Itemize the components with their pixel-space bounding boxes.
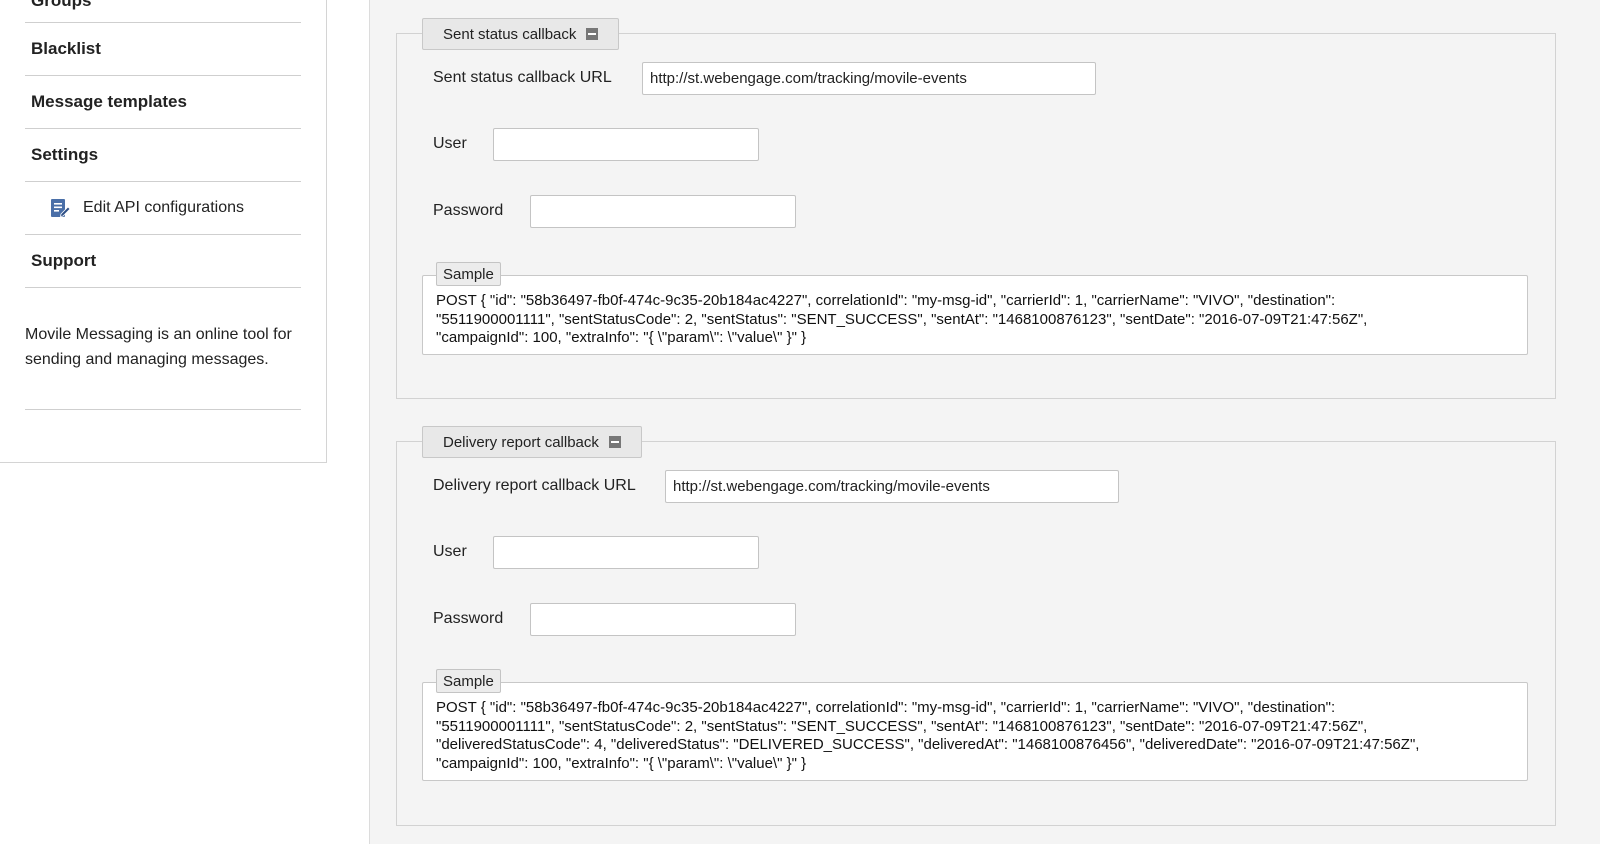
delivery-report-sample-label: Sample — [436, 669, 501, 693]
sidebar-item-blacklist[interactable]: Blacklist — [25, 23, 301, 76]
sent-status-password-input[interactable] — [530, 195, 796, 228]
delivery-report-user-label: User — [433, 543, 467, 560]
legend-label: Delivery report callback — [443, 433, 599, 451]
sidebar: Groups Blacklist Message templates Setti… — [0, 0, 327, 463]
sidebar-item-label: Message templates — [31, 92, 187, 111]
collapse-icon[interactable] — [586, 28, 599, 40]
sent-status-user-label: User — [433, 135, 467, 152]
sidebar-item-support[interactable]: Support — [25, 235, 301, 288]
sidebar-item-label: Groups — [31, 0, 92, 10]
sent-status-password-label: Password — [433, 202, 504, 219]
sidebar-item-label: Blacklist — [31, 39, 101, 58]
sent-status-sample-label: Sample — [436, 262, 501, 286]
divider — [25, 409, 301, 410]
delivery-report-sample-box: POST { "id": "58b36497-fb0f-474c-9c35-20… — [422, 682, 1528, 781]
sent-status-callback-legend[interactable]: Sent status callback — [422, 18, 620, 50]
edit-document-icon — [49, 197, 71, 219]
sidebar-item-label: Settings — [31, 145, 99, 164]
sidebar-item-groups[interactable]: Groups — [25, 0, 301, 23]
sent-status-url-input[interactable] — [642, 62, 1096, 95]
delivery-report-callback-legend[interactable]: Delivery report callback — [422, 426, 642, 458]
delivery-report-url-input[interactable] — [665, 470, 1119, 503]
sidebar-description: Movile Messaging is an online tool for s… — [25, 326, 292, 368]
sent-status-sample-box: POST { "id": "58b36497-fb0f-474c-9c35-20… — [422, 275, 1528, 355]
delivery-report-callback-section: Delivery report callback Delivery report… — [396, 426, 1556, 826]
sidebar-item-label: Edit API configurations — [83, 199, 244, 216]
delivery-report-password-label: Password — [433, 610, 504, 627]
sidebar-item-label: Support — [31, 251, 97, 270]
collapse-icon[interactable] — [608, 436, 621, 448]
sidebar-item-message-templates[interactable]: Message templates — [25, 76, 301, 129]
sent-status-callback-section: Sent status callback Sent status callbac… — [396, 18, 1556, 399]
delivery-report-url-label: Delivery report callback URL — [433, 477, 636, 494]
main-content: Sent status callback Sent status callbac… — [369, 0, 1600, 844]
sent-status-url-label: Sent status callback URL — [433, 69, 612, 86]
delivery-report-user-input[interactable] — [493, 536, 759, 569]
legend-label: Sent status callback — [443, 25, 577, 43]
delivery-report-password-input[interactable] — [530, 603, 796, 636]
sidebar-item-edit-api-configurations[interactable]: Edit API configurations — [25, 182, 301, 235]
sent-status-user-input[interactable] — [493, 128, 759, 161]
sidebar-item-settings[interactable]: Settings — [25, 129, 301, 182]
